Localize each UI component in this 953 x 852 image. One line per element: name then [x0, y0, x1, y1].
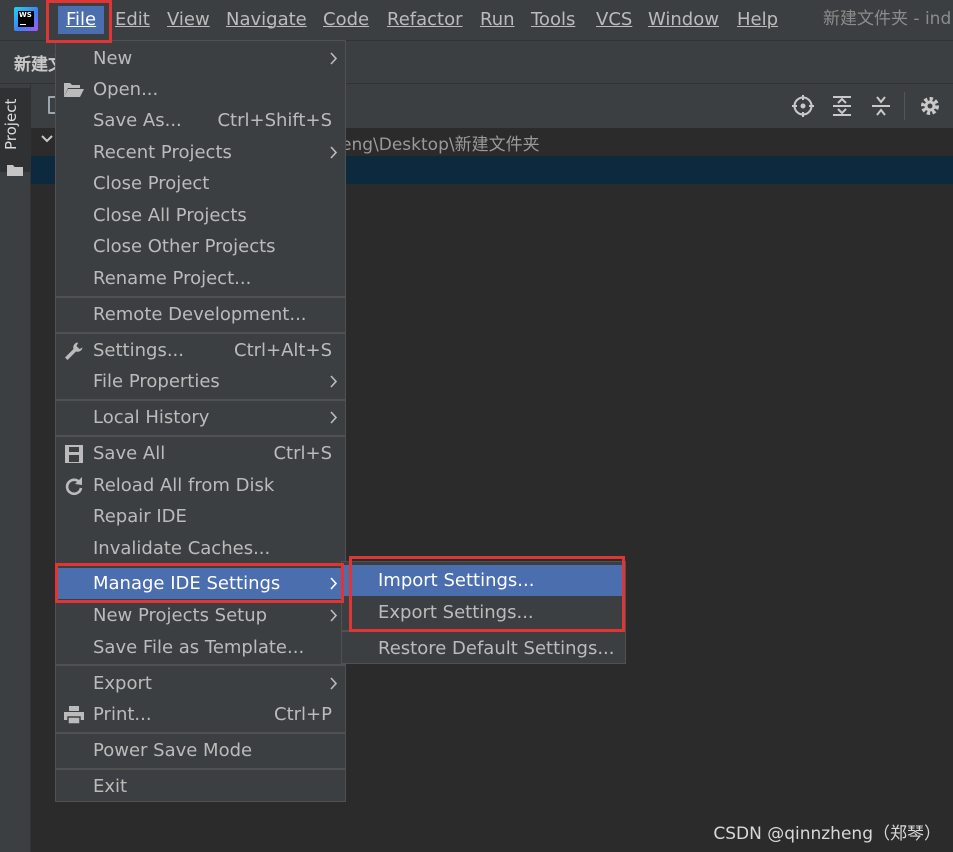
menu-item-label: Save As...: [93, 110, 182, 131]
collapse-all-icon[interactable]: [868, 93, 894, 119]
watermark: CSDN @qinnzheng（郑琴）: [713, 824, 941, 844]
menu-item-label: Save File as Template...: [93, 637, 305, 658]
reload-icon: [65, 477, 83, 496]
menu-run[interactable]: Run: [480, 8, 515, 32]
menu-item-label: File Properties: [93, 371, 220, 392]
menu-item-label: Save All: [93, 443, 166, 464]
menu-navigate[interactable]: Navigate: [226, 8, 307, 32]
chevron-right-icon: [330, 146, 338, 159]
menu-separator: [56, 664, 345, 666]
menu-item-label: Local History: [93, 407, 210, 428]
menu-item-save-all[interactable]: Save All Ctrl+S: [56, 438, 345, 469]
menu-help[interactable]: Help: [737, 8, 778, 32]
menu-item-label: New: [93, 48, 133, 69]
chevron-right-icon: [330, 411, 338, 424]
menu-item-label: Repair IDE: [93, 506, 187, 527]
menu-separator: [56, 399, 345, 401]
menu-item-close-other-projects[interactable]: Close Other Projects: [56, 231, 345, 262]
window-title: 新建文件夹 - ind: [823, 9, 952, 29]
submenu-item-restore-default-settings[interactable]: Restore Default Settings...: [342, 633, 625, 664]
menu-item-label: Close All Projects: [93, 205, 247, 226]
menu-item-settings[interactable]: Settings... Ctrl+Alt+S: [56, 335, 345, 366]
menu-edit[interactable]: Edit: [115, 8, 150, 32]
menu-item-remote-development[interactable]: Remote Development...: [56, 299, 345, 330]
menu-item-shortcut: Ctrl+S: [273, 443, 332, 464]
menu-view[interactable]: View: [167, 8, 210, 32]
menu-item-label: Remote Development...: [93, 304, 307, 325]
menu-item-shortcut: Ctrl+P: [274, 704, 332, 725]
folder-open-icon: [64, 83, 84, 97]
menu-code[interactable]: Code: [323, 8, 369, 32]
menu-item-label: Recent Projects: [93, 142, 232, 163]
toolbar-divider: [904, 92, 905, 120]
menu-item-save-as[interactable]: Save As... Ctrl+Shift+S: [56, 105, 345, 136]
menu-item-label: Close Project: [93, 173, 210, 194]
wrench-icon: [65, 342, 83, 360]
file-menu-dropdown: New Open... Save As... Ctrl+Shift+S Rece…: [55, 40, 346, 802]
menu-item-export[interactable]: Export: [56, 668, 345, 699]
menu-item-label: Invalidate Caches...: [93, 538, 271, 559]
project-tool-tab[interactable]: Project: [0, 88, 30, 176]
menu-item-exit[interactable]: Exit: [56, 771, 345, 802]
menu-item-label: Rename Project...: [93, 268, 252, 289]
chevron-right-icon: [330, 52, 338, 65]
expand-all-icon[interactable]: [829, 93, 855, 119]
menu-item-label: Export: [93, 673, 152, 694]
menu-item-new[interactable]: New: [56, 43, 345, 74]
annotation-box-file: [46, 0, 112, 43]
menu-item-local-history[interactable]: Local History: [56, 402, 345, 433]
menu-item-shortcut: Ctrl+Alt+S: [234, 340, 332, 361]
menu-item-label: Power Save Mode: [93, 740, 253, 761]
menu-item-reload-from-disk[interactable]: Reload All from Disk: [56, 470, 345, 501]
menu-bar: WS File Edit View Navigate Code Refactor…: [0, 0, 953, 41]
menu-vcs[interactable]: VCS: [596, 8, 632, 32]
menu-item-label: Exit: [93, 776, 128, 797]
menu-separator: [56, 332, 345, 334]
menu-tools[interactable]: Tools: [531, 8, 575, 32]
menu-item-power-save-mode[interactable]: Power Save Mode: [56, 735, 345, 766]
menu-item-invalidate-caches[interactable]: Invalidate Caches...: [56, 533, 345, 564]
gear-icon[interactable]: [917, 93, 943, 119]
printer-icon: [64, 706, 84, 725]
locate-icon[interactable]: [790, 93, 816, 119]
chevron-right-icon: [330, 609, 338, 622]
menu-item-label: Reload All from Disk: [93, 475, 275, 496]
chevron-right-icon: [330, 375, 338, 388]
menu-item-new-projects-setup[interactable]: New Projects Setup: [56, 600, 345, 631]
webstorm-logo-icon[interactable]: WS: [14, 7, 38, 31]
menu-item-rename-project[interactable]: Rename Project...: [56, 263, 345, 294]
menu-item-close-project[interactable]: Close Project: [56, 168, 345, 199]
submenu-item-label: Restore Default Settings...: [378, 638, 615, 659]
menu-item-save-file-as-template[interactable]: Save File as Template...: [56, 632, 345, 663]
tool-window-strip: Project: [0, 84, 31, 852]
menu-item-recent-projects[interactable]: Recent Projects: [56, 137, 345, 168]
chevron-down-icon[interactable]: [39, 131, 55, 147]
menu-item-file-properties[interactable]: File Properties: [56, 366, 345, 397]
menu-item-print[interactable]: Print... Ctrl+P: [56, 699, 345, 730]
menu-item-shortcut: Ctrl+Shift+S: [217, 110, 332, 131]
menu-item-open[interactable]: Open...: [56, 74, 345, 105]
save-icon: [65, 445, 83, 463]
menu-item-label: Settings...: [93, 340, 184, 361]
chevron-right-icon: [330, 677, 338, 690]
menu-refactor[interactable]: Refactor: [387, 8, 463, 32]
menu-item-repair-ide[interactable]: Repair IDE: [56, 501, 345, 532]
menu-item-close-all-projects[interactable]: Close All Projects: [56, 200, 345, 231]
annotation-box-import-export: [349, 556, 625, 632]
project-tab-label: Project: [2, 98, 20, 150]
menu-separator: [56, 768, 345, 770]
annotation-box-manage-ide-settings: [55, 563, 344, 603]
menu-separator: [56, 435, 345, 437]
menu-separator: [56, 732, 345, 734]
menu-separator: [56, 296, 345, 298]
menu-item-label: Open...: [93, 79, 159, 100]
folder-icon: [7, 165, 23, 176]
menu-item-label: Print...: [93, 704, 152, 725]
menu-window[interactable]: Window: [648, 8, 719, 32]
menu-item-label: New Projects Setup: [93, 605, 268, 626]
project-root-path[interactable]: eng\Desktop\新建文件夹: [341, 130, 540, 155]
menu-item-label: Close Other Projects: [93, 236, 276, 257]
